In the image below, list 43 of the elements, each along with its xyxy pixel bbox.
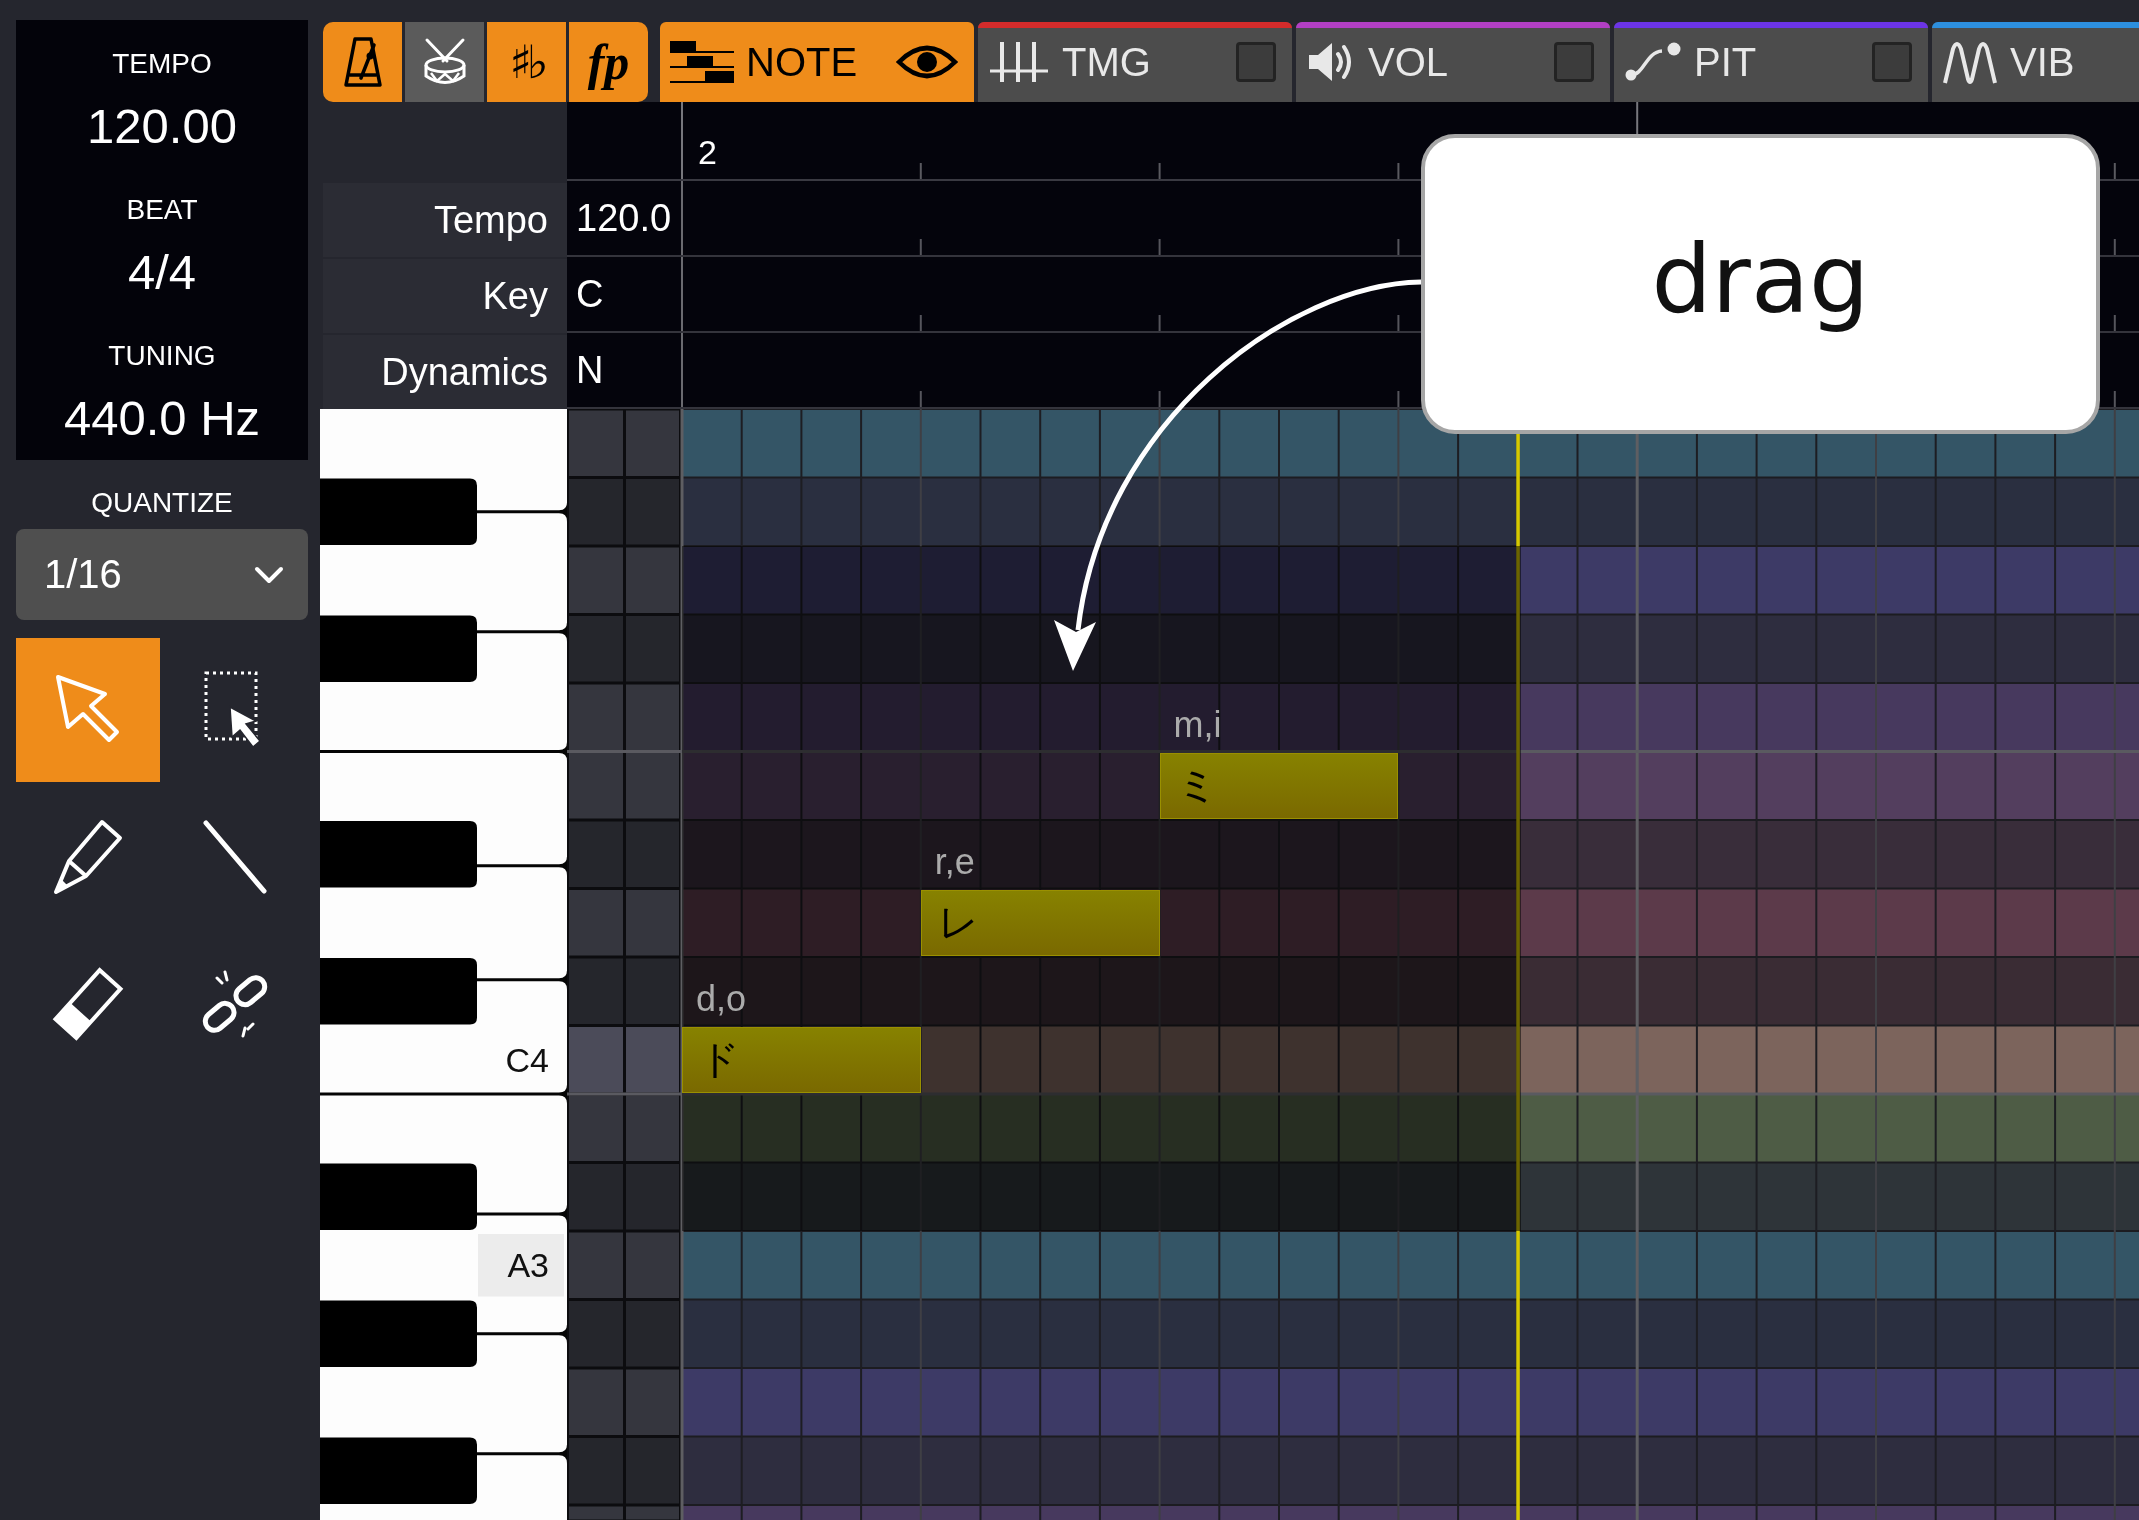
metronome-icon	[342, 36, 383, 88]
wave-icon	[1942, 39, 1998, 85]
pitch-curve-icon	[1624, 41, 1682, 83]
eraser-icon	[51, 965, 125, 1043]
timing-icon	[988, 40, 1050, 84]
tab[interactable]: VOL	[1296, 22, 1610, 102]
track-label: Tempo	[323, 183, 567, 257]
pencil-icon	[52, 818, 124, 896]
track-value: 120.0	[576, 196, 672, 241]
tab-checkbox[interactable]	[1554, 42, 1594, 82]
tab-checkbox[interactable]	[1872, 42, 1912, 82]
section-label: QUANTIZE	[90, 486, 234, 520]
status-value: 4/4	[127, 244, 197, 301]
track-value: N	[576, 348, 604, 393]
tab[interactable]: NOTE	[660, 22, 974, 102]
diagonal-line-icon	[202, 819, 268, 895]
tab[interactable]: TMG	[978, 22, 1292, 102]
phoneme-label: r,e	[934, 840, 975, 884]
track-value: C	[576, 272, 604, 317]
track-label: Dynamics	[323, 335, 567, 409]
note-block[interactable]: ド	[682, 1026, 921, 1093]
status-label: TUNING	[108, 339, 216, 373]
phoneme-label: d,o	[696, 977, 747, 1021]
track-label: Key	[323, 259, 567, 333]
quantize-dropdown[interactable]: 1/16	[16, 529, 308, 620]
note-block[interactable]: レ	[920, 889, 1160, 956]
bar-number: 2	[698, 132, 717, 172]
status-value: 120.00	[87, 98, 237, 155]
toggle-button[interactable]	[323, 22, 402, 102]
note-block[interactable]: ミ	[1159, 752, 1399, 819]
status-label: BEAT	[126, 193, 198, 227]
tab[interactable]: PIT	[1614, 22, 1928, 102]
toggle-button[interactable]: fp	[569, 22, 648, 102]
toggle-button[interactable]: ♯♭	[487, 22, 566, 102]
status-label: TEMPO	[112, 47, 212, 81]
toggle-button[interactable]	[405, 22, 484, 102]
tab-checkbox[interactable]	[1236, 42, 1276, 82]
phoneme-label: m,i	[1173, 703, 1222, 747]
callout-tooltip: drag	[1421, 134, 2100, 434]
note-bars-icon	[670, 40, 734, 84]
chevron-down-icon	[254, 565, 284, 584]
tab[interactable]: VIB	[1932, 22, 2139, 102]
status-value: 440.0 Hz	[63, 390, 261, 447]
